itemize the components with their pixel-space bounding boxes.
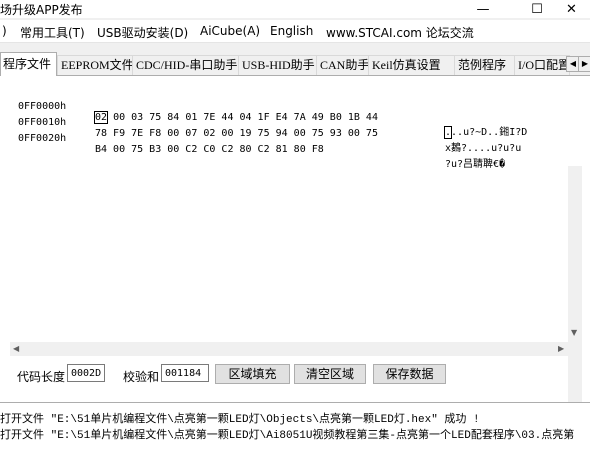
hex-bytes[interactable]: 02 00 03 75 84 01 7E 44 04 1F E4 7A 49 B…: [93, 111, 378, 124]
menu-item-aicube[interactable]: AiCube(A): [200, 24, 260, 38]
tab-keil-settings[interactable]: Keil仿真设置: [368, 55, 458, 75]
fill-area-button[interactable]: 区域填充: [215, 364, 290, 384]
tab-program-file[interactable]: 程序文件: [0, 52, 57, 76]
log-panel[interactable]: 打开文件 "E:\51单片机编程文件\点亮第一颗LED灯\Objects\点亮第…: [0, 402, 590, 466]
hex-ascii[interactable]: ...u?~D..鎺I?D: [443, 123, 528, 139]
save-data-button[interactable]: 保存数据: [373, 364, 446, 384]
menu-item-tools[interactable]: 常用工具(T): [20, 24, 85, 41]
close-button[interactable]: ✕: [566, 0, 590, 18]
log-line: 打开文件 "E:\51单片机编程文件\点亮第一颗LED灯\Ai8051U视频教程…: [0, 430, 575, 442]
tab-scroll-right-icon[interactable]: ▶: [578, 56, 590, 72]
hex-cursor-byte[interactable]: 02: [93, 111, 109, 124]
ascii-rest: ..u?~D..鎺I?D: [451, 127, 528, 138]
clear-area-button[interactable]: 清空区域: [294, 364, 366, 384]
tab-can-helper[interactable]: CAN助手: [316, 55, 371, 75]
menu-item-forum[interactable]: www.STCAI.com 论坛交流: [326, 24, 474, 41]
menu-item-partial[interactable]: ): [2, 24, 7, 38]
program-file-panel: 0FF0000h 02 00 03 75 84 01 7E 44 04 1F E…: [0, 75, 590, 416]
scroll-down-icon[interactable]: ▼: [571, 328, 577, 337]
horizontal-scrollbar[interactable]: ◀ ▶: [10, 342, 582, 356]
hex-bytes[interactable]: 78 F9 7E F8 00 07 02 00 19 75 94 00 75 9…: [95, 128, 378, 139]
tab-io-config[interactable]: I/O口配置: [514, 55, 570, 75]
log-line: 打开文件 "E:\51单片机编程文件\点亮第一颗LED灯\Objects\点亮第…: [0, 414, 480, 426]
tab-usb-hid-helper[interactable]: USB-HID助手: [238, 55, 319, 75]
code-length-label: 代码长度: [17, 370, 66, 384]
tab-serial-helper[interactable]: CDC/HID-串口助手: [132, 55, 241, 75]
hex-row: 0FF0010h 78 F9 7E F8 00 07 02 00 19 75 9…: [12, 106, 521, 154]
tab-examples[interactable]: 范例程序: [454, 55, 518, 75]
scroll-left-icon[interactable]: ◀: [13, 344, 19, 353]
maximize-button[interactable]: ☐: [522, 0, 552, 18]
tab-bar: 程序文件 EEPROM文件 CDC/HID-串口助手 USB-HID助手 CAN…: [0, 52, 590, 76]
menu-bar: ) 常用工具(T) USB驱动安装(D) AiCube(A) English w…: [0, 20, 590, 43]
tab-eeprom-file[interactable]: EEPROM文件: [57, 55, 136, 75]
title-bar: 场升级APP发布 — ☐ ✕: [0, 0, 590, 18]
hex-row: 0FF0020h B4 00 75 B3 00 C2 C0 C2 80 C2 8…: [12, 122, 505, 170]
menu-item-english[interactable]: English: [270, 24, 313, 38]
menu-item-usb-driver[interactable]: USB驱动安装(D): [97, 24, 188, 41]
minimize-button[interactable]: —: [468, 0, 498, 18]
scroll-right-icon[interactable]: ▶: [558, 344, 564, 353]
code-length-field: 0002D: [67, 364, 105, 382]
hex-bytes[interactable]: B4 00 75 B3 00 C2 C0 C2 80 C2 81 80 F8: [95, 144, 324, 155]
window-title: 场升级APP发布: [0, 3, 83, 17]
hex-ascii[interactable]: ?u?吕聙聛€�: [445, 155, 505, 170]
hex-row: 0FF0000h 02 00 03 75 84 01 7E 44 04 1F E…: [12, 90, 527, 139]
status-row: 代码长度 0002D 校验和 001184 区域填充 清空区域 保存数据: [0, 362, 590, 386]
checksum-field: 001184: [161, 364, 209, 382]
checksum-label: 校验和: [123, 370, 160, 384]
hex-bytes-rest: 00 03 75 84 01 7E 44 04 1F E4 7A 49 B0 1…: [107, 112, 378, 123]
hex-address: 0FF0020h: [18, 133, 67, 144]
hex-ascii[interactable]: x鶈?....u?u?u: [445, 139, 521, 154]
